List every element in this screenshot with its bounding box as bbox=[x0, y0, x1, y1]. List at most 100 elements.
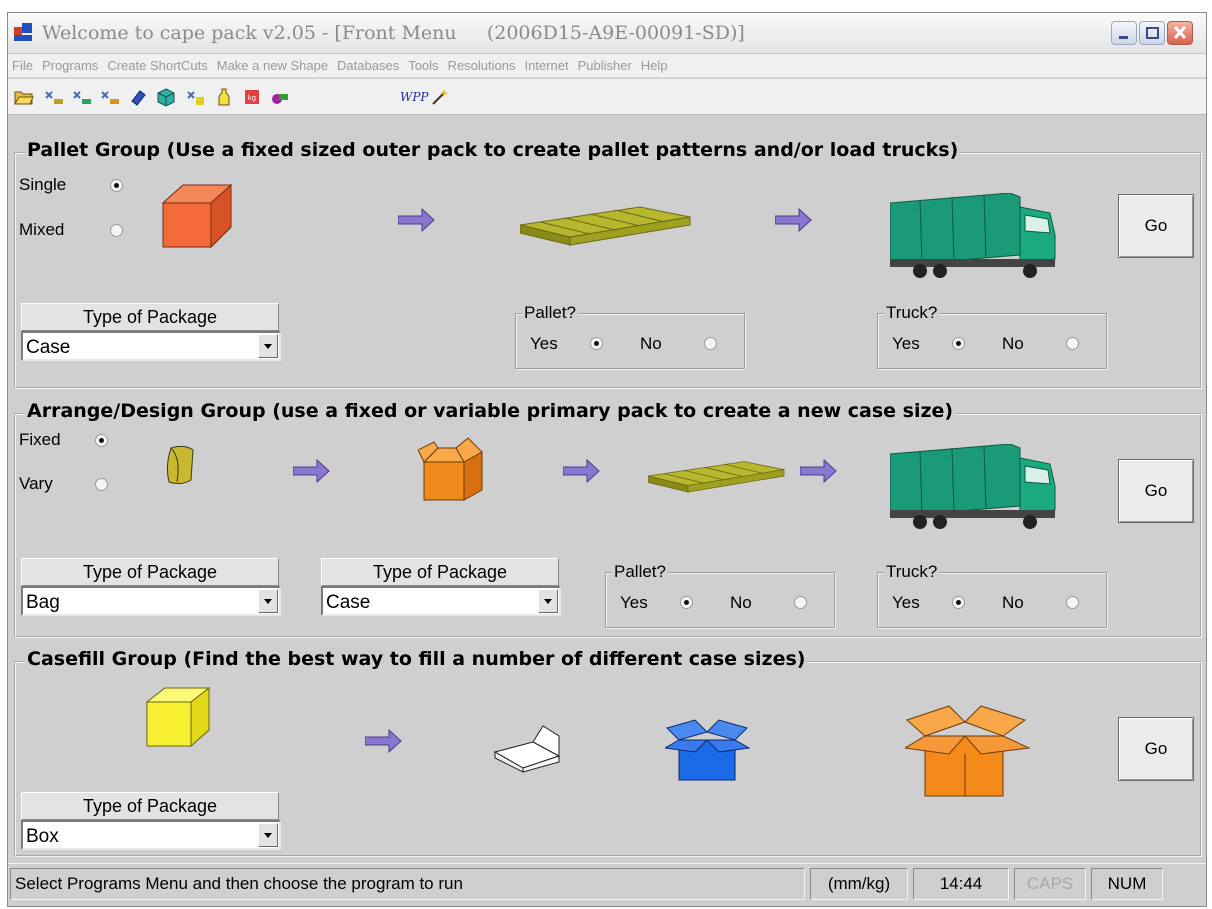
pallet-no-radio[interactable] bbox=[794, 596, 807, 609]
truck-image bbox=[890, 444, 1056, 530]
status-num: NUM bbox=[1091, 868, 1163, 900]
pallet-no-radio[interactable] bbox=[704, 337, 717, 350]
tube-icon[interactable] bbox=[270, 87, 290, 107]
status-message: Select Programs Menu and then choose the… bbox=[10, 868, 805, 900]
truck-yes-radio[interactable] bbox=[952, 337, 965, 350]
weight-icon[interactable]: kg bbox=[242, 87, 262, 107]
menu-internet[interactable]: Internet bbox=[525, 58, 569, 73]
single-radio[interactable] bbox=[110, 179, 123, 192]
menu-tools[interactable]: Tools bbox=[408, 58, 438, 73]
arrow-icon bbox=[775, 208, 812, 232]
pallet-yes-label: Yes bbox=[620, 593, 648, 612]
pallet-group-title: Pallet Group (Use a fixed sized outer pa… bbox=[25, 139, 961, 161]
truck-yes-radio[interactable] bbox=[952, 596, 965, 609]
status-units: (mm/kg) bbox=[810, 868, 908, 900]
open-folder-icon[interactable] bbox=[14, 87, 34, 107]
app-icon bbox=[14, 23, 32, 41]
package-type-select[interactable]: Box bbox=[21, 820, 281, 850]
pallet-frame-title: Pallet? bbox=[612, 562, 668, 582]
truck-yes-label: Yes bbox=[892, 334, 920, 353]
primary-package-select[interactable]: Bag bbox=[21, 586, 281, 616]
truck-no-radio[interactable] bbox=[1066, 596, 1079, 609]
menu-publisher[interactable]: Publisher bbox=[578, 58, 632, 73]
arrange-go-button[interactable]: Go bbox=[1118, 459, 1194, 523]
pallet-no-label: No bbox=[730, 593, 752, 612]
open-case-image bbox=[418, 437, 483, 501]
casefill-icon[interactable] bbox=[100, 87, 120, 107]
arrow-icon bbox=[563, 459, 600, 483]
app-window: Welcome to cape pack v2.05 - [Front Menu… bbox=[7, 12, 1207, 907]
arrange-group-title: Arrange/Design Group (use a fixed or var… bbox=[25, 400, 956, 422]
menu-help[interactable]: Help bbox=[641, 58, 668, 73]
package-type-value: Case bbox=[26, 337, 71, 358]
box-3d-icon[interactable] bbox=[156, 87, 176, 107]
minimize-button[interactable] bbox=[1111, 21, 1137, 45]
menu-bar: File Programs Create ShortCuts Make a ne… bbox=[8, 54, 1206, 78]
menu-resolutions[interactable]: Resolutions bbox=[448, 58, 516, 73]
arrow-icon bbox=[398, 208, 435, 232]
package-type-label: Type of Package bbox=[21, 303, 279, 331]
case-package-label: Type of Package bbox=[321, 558, 559, 586]
case-image bbox=[161, 183, 233, 249]
arrow-icon bbox=[800, 459, 837, 483]
pallet-yes-radio[interactable] bbox=[680, 596, 693, 609]
truck-frame-title: Truck? bbox=[884, 562, 940, 582]
case-package-value: Case bbox=[326, 592, 371, 613]
bottle-icon[interactable] bbox=[214, 87, 234, 107]
menu-create-shortcuts[interactable]: Create ShortCuts bbox=[107, 58, 207, 73]
casefill-go-button[interactable]: Go bbox=[1118, 717, 1194, 781]
blue-case-image bbox=[665, 719, 750, 781]
tool-icon[interactable] bbox=[128, 87, 148, 107]
box-image bbox=[145, 686, 211, 748]
truck-no-radio[interactable] bbox=[1066, 337, 1079, 350]
primary-package-label: Type of Package bbox=[21, 558, 279, 586]
tray-image bbox=[493, 725, 561, 773]
truck-option-frame: Truck? Yes No bbox=[877, 562, 1107, 628]
arrange-group: Arrange/Design Group (use a fixed or var… bbox=[14, 400, 1202, 638]
pallet-group: Pallet Group (Use a fixed sized outer pa… bbox=[14, 139, 1202, 389]
menu-make-new-shape[interactable]: Make a new Shape bbox=[217, 58, 328, 73]
design-icon[interactable] bbox=[186, 87, 206, 107]
arrow-icon bbox=[365, 729, 402, 753]
casefill-group-title: Casefill Group (Find the best way to fil… bbox=[25, 648, 808, 670]
fixed-label: Fixed bbox=[19, 430, 61, 449]
pallet-arrange-icon[interactable] bbox=[44, 87, 64, 107]
pallet-image bbox=[520, 206, 691, 246]
pallet-yes-radio[interactable] bbox=[590, 337, 603, 350]
primary-package-value: Bag bbox=[26, 592, 60, 613]
pallet-yes-label: Yes bbox=[530, 334, 558, 353]
fixed-radio[interactable] bbox=[95, 434, 108, 447]
status-time: 14:44 bbox=[913, 868, 1009, 900]
bag-image bbox=[166, 445, 194, 485]
orange-case-image bbox=[905, 705, 1031, 797]
package-type-select[interactable]: Case bbox=[21, 331, 281, 361]
chevron-down-icon[interactable] bbox=[258, 334, 278, 358]
truck-no-label: No bbox=[1002, 334, 1024, 353]
arrow-icon bbox=[293, 459, 330, 483]
close-button[interactable] bbox=[1167, 21, 1193, 45]
pallet-frame-title: Pallet? bbox=[522, 303, 578, 323]
title-bar: Welcome to cape pack v2.05 - [Front Menu… bbox=[8, 13, 1206, 54]
truck-option-frame: Truck? Yes No bbox=[877, 303, 1107, 369]
maximize-button[interactable] bbox=[1139, 21, 1165, 45]
case-package-select[interactable]: Case bbox=[321, 586, 561, 616]
pallet-option-frame: Pallet? Yes No bbox=[515, 303, 745, 369]
chevron-down-icon[interactable] bbox=[258, 589, 278, 613]
magic-wand-icon[interactable] bbox=[430, 87, 450, 107]
menu-databases[interactable]: Databases bbox=[337, 58, 399, 73]
chevron-down-icon[interactable] bbox=[538, 589, 558, 613]
mixed-radio[interactable] bbox=[110, 224, 123, 237]
chevron-down-icon[interactable] bbox=[258, 823, 278, 847]
arrange-icon[interactable] bbox=[72, 87, 92, 107]
casefill-group: Casefill Group (Find the best way to fil… bbox=[14, 648, 1202, 857]
menu-file[interactable]: File bbox=[12, 58, 33, 73]
toolbar: kg WPP bbox=[8, 79, 1206, 115]
wpp-label[interactable]: WPP bbox=[400, 90, 428, 104]
truck-frame-title: Truck? bbox=[884, 303, 940, 323]
single-label: Single bbox=[19, 175, 67, 194]
svg-text:kg: kg bbox=[248, 94, 257, 102]
vary-label: Vary bbox=[19, 474, 53, 493]
pallet-go-button[interactable]: Go bbox=[1118, 194, 1194, 258]
menu-programs[interactable]: Programs bbox=[42, 58, 98, 73]
vary-radio[interactable] bbox=[95, 478, 108, 491]
